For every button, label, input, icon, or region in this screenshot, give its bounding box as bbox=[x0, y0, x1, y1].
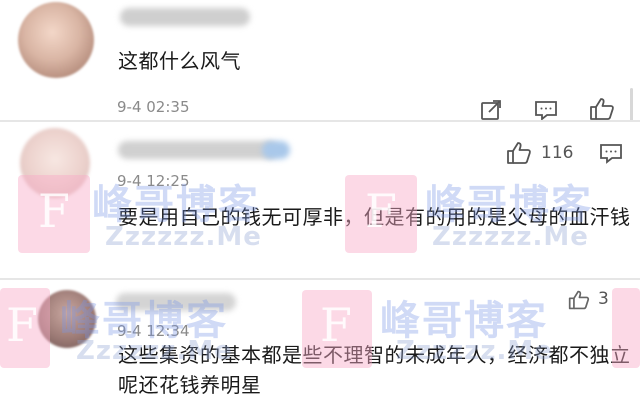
comment-text: 要是用自己的钱无可厚非，但是有的用的是父母的血汗钱 bbox=[118, 205, 631, 229]
avatar[interactable] bbox=[20, 128, 90, 198]
comment-item: 这都什么风气 9-4 02:35 bbox=[0, 0, 640, 124]
user-badge-blurred bbox=[262, 141, 290, 159]
like-icon[interactable] bbox=[566, 288, 592, 312]
username-blurred[interactable] bbox=[120, 8, 250, 26]
username-blurred[interactable] bbox=[116, 293, 236, 311]
comment-text: 这都什么风气 bbox=[118, 49, 241, 73]
comment-time: 9-4 02:35 bbox=[117, 98, 190, 116]
comment-icon[interactable] bbox=[597, 140, 625, 166]
avatar[interactable] bbox=[38, 290, 96, 348]
like-count: 116 bbox=[541, 143, 574, 163]
comment-text: 这些集资的基本都是些不理智的未成年人，经济都不独立呢还花钱养明星 bbox=[118, 343, 631, 397]
like-icon[interactable] bbox=[505, 139, 533, 167]
divider bbox=[0, 278, 640, 280]
username-blurred[interactable] bbox=[118, 141, 278, 159]
like-count: 3 bbox=[598, 289, 609, 309]
scrollbar[interactable] bbox=[630, 88, 633, 124]
comment-time: 9-4 12:34 bbox=[117, 322, 190, 340]
comment-time: 9-4 12:25 bbox=[117, 172, 190, 190]
avatar[interactable] bbox=[18, 2, 94, 78]
like-icon[interactable] bbox=[588, 95, 616, 123]
